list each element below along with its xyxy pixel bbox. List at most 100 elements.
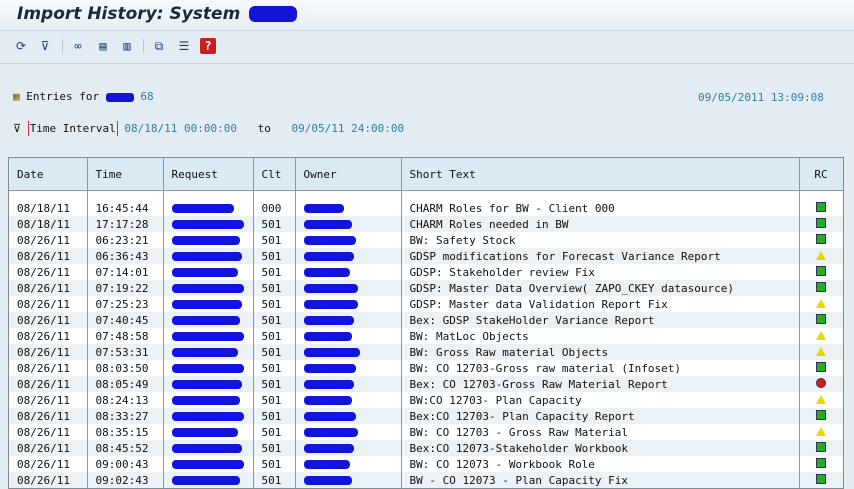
time-interval-field[interactable]: Time Interval (27, 121, 118, 136)
cell-rc (799, 440, 843, 456)
entries-label: Entries for (26, 90, 100, 103)
redacted-request-id (171, 268, 238, 277)
cell-short-text: BW: Gross Raw material Objects (401, 344, 800, 360)
column-header-owner[interactable]: Owner (295, 158, 402, 191)
cell-date: 08/26/11 (9, 248, 88, 264)
filter-icon[interactable]: ⊽ (13, 122, 21, 135)
cell-request (163, 280, 254, 296)
filter-icon[interactable]: ⊽ (37, 38, 53, 54)
redacted-request-id (171, 428, 238, 437)
cell-client: 501 (253, 360, 296, 376)
redacted-request-id (171, 364, 244, 373)
table-row[interactable]: 08/26/11 06:36:43 501 GDSP modifications fo… (9, 248, 843, 264)
redacted-owner (303, 316, 354, 325)
cell-time: 08:45:52 (87, 440, 164, 456)
interval-from: 08/18/11 00:00:00 (124, 122, 237, 135)
cell-date: 08/26/11 (9, 424, 88, 440)
toolbar-separator (62, 39, 63, 53)
spacer-cell (295, 190, 402, 200)
table-row[interactable]: 08/18/11 17:17:28 501 CHARM Roles needed in… (9, 216, 843, 232)
cell-client: 501 (253, 472, 296, 488)
help-icon[interactable]: ? (200, 38, 216, 54)
table-row[interactable]: 08/26/11 07:14:01 501 GDSP: Stakeholder rev… (9, 264, 843, 280)
table-row[interactable]: 08/26/11 08:33:27 501 Bex:CO 12703- Plan Ca… (9, 408, 843, 424)
cell-client: 000 (253, 200, 296, 216)
cell-request (163, 440, 254, 456)
cell-request (163, 456, 254, 472)
cell-rc (799, 392, 843, 408)
glasses-icon[interactable]: ∞ (70, 38, 86, 54)
legend-icon[interactable]: ☰ (176, 38, 192, 54)
window-title-text: Import History: System (17, 4, 241, 24)
cell-request (163, 312, 254, 328)
window-title: Import History: System (17, 4, 298, 24)
table-row[interactable]: 08/18/11 16:45:44 000 CHARM Roles for BW - … (9, 200, 843, 216)
export-icon[interactable]: ⧉ (151, 38, 167, 54)
cell-rc (799, 312, 843, 328)
document-icon[interactable]: ▥ (119, 38, 135, 54)
redacted-owner (303, 428, 358, 437)
cell-short-text: BW:CO 12703- Plan Capacity (401, 392, 800, 408)
refresh-icon[interactable]: ⟳ (13, 38, 29, 54)
spacer-cell (9, 190, 88, 200)
cell-date: 08/26/11 (9, 232, 88, 248)
cell-owner (295, 200, 402, 216)
cell-short-text: CHARM Roles for BW - Client 000 (401, 200, 800, 216)
cell-time: 08:03:50 (87, 360, 164, 376)
cell-request (163, 232, 254, 248)
cell-date: 08/18/11 (9, 200, 88, 216)
column-header-rc[interactable]: RC (799, 158, 843, 191)
column-header-date[interactable]: Date (9, 158, 88, 191)
redacted-request-id (171, 316, 240, 325)
table-row[interactable]: 08/26/11 08:24:13 501 BW:CO 12703- Plan Cap… (9, 392, 843, 408)
table-row[interactable]: 08/26/11 08:05:49 501 Bex: CO 12703-Gross R… (9, 376, 843, 392)
table-row[interactable]: 08/26/11 07:40:45 501 Bex: GDSP StakeHolder… (9, 312, 843, 328)
detail-list-icon[interactable]: ▤ (95, 38, 111, 54)
table-row[interactable]: 08/26/11 08:35:15 501 BW: CO 12703 - Gross … (9, 424, 843, 440)
cell-date: 08/26/11 (9, 296, 88, 312)
table-row[interactable]: 08/26/11 07:25:23 501 GDSP: Master data Val… (9, 296, 843, 312)
cell-date: 08/26/11 (9, 456, 88, 472)
table-row[interactable]: 08/26/11 07:48:58 501 BW: MatLoc Objects (9, 328, 843, 344)
cell-time: 07:53:31 (87, 344, 164, 360)
cell-short-text: Bex:CO 12073-Stakeholder Workbook (401, 440, 800, 456)
table-row[interactable]: 08/26/11 09:00:43 501 BW: CO 12073 - Workbo… (9, 456, 843, 472)
column-header-client[interactable]: Clt (253, 158, 296, 191)
table-row[interactable]: 08/26/11 07:53:31 501 BW: Gross Raw materia… (9, 344, 843, 360)
table-row[interactable]: 08/26/11 07:19:22 501 GDSP: Master Data Ove… (9, 280, 843, 296)
cell-time: 16:45:44 (87, 200, 164, 216)
column-header-time[interactable]: Time (87, 158, 164, 191)
redacted-owner (303, 268, 350, 277)
table-row[interactable]: 08/26/11 08:45:52 501 Bex:CO 12073-Stakehol… (9, 440, 843, 456)
cell-rc (799, 232, 843, 248)
cell-client: 501 (253, 248, 296, 264)
cell-rc (799, 344, 843, 360)
redacted-owner (303, 220, 352, 229)
redacted-owner (303, 252, 354, 261)
redacted-owner (303, 300, 358, 309)
rc-green-icon (816, 201, 826, 212)
cell-request (163, 248, 254, 264)
cell-owner (295, 232, 402, 248)
cell-client: 501 (253, 232, 296, 248)
redacted-system-id (105, 92, 134, 102)
column-header-request[interactable]: Request (163, 158, 254, 191)
cell-rc (799, 408, 843, 424)
redacted-request-id (171, 396, 240, 405)
redacted-request-id (171, 444, 242, 453)
cell-client: 501 (253, 344, 296, 360)
table-row[interactable]: 08/26/11 09:02:43 501 BW - CO 12073 - Plan … (9, 472, 843, 488)
rc-green-icon (816, 441, 826, 452)
rc-green-icon (816, 281, 826, 292)
cell-owner (295, 296, 402, 312)
table-row[interactable]: 08/26/11 06:23:21 501 BW: Safety Stock (9, 232, 843, 248)
table-row[interactable]: 08/26/11 08:03:50 501 BW: CO 12703-Gross ra… (9, 360, 843, 376)
column-header-short-text[interactable]: Short Text (401, 158, 800, 191)
cell-owner (295, 344, 402, 360)
cell-rc (799, 216, 843, 232)
cell-request (163, 424, 254, 440)
entries-line: ▦ Entries for 68 (13, 90, 154, 103)
redacted-request-id (171, 300, 242, 309)
cell-short-text: BW: Safety Stock (401, 232, 800, 248)
cell-time: 06:23:21 (87, 232, 164, 248)
